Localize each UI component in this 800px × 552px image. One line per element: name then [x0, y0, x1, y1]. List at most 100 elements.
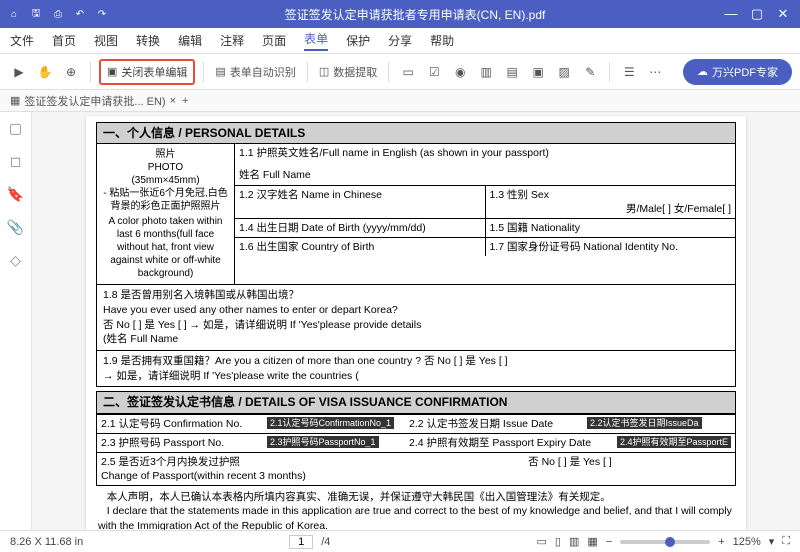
- image-field-icon[interactable]: ▨: [553, 60, 575, 84]
- expert-button[interactable]: ☁ 万兴PDF专家: [683, 59, 792, 85]
- zoom-thumb[interactable]: [665, 537, 675, 547]
- field-tag-2-3[interactable]: 2.3护照号码PassportNo_1: [267, 436, 379, 448]
- save-icon[interactable]: 🖫: [28, 6, 44, 22]
- left-sidebar: ▢ ◻ 🔖 📎 ◇: [0, 112, 32, 530]
- q-1-9: 1.9 是否拥有双重国籍？Are you a citizen of more t…: [96, 351, 736, 387]
- label-2-5b: Change of Passport(within recent 3 month…: [101, 469, 401, 483]
- radio-icon[interactable]: ◉: [449, 60, 471, 84]
- separator: [388, 62, 389, 82]
- attachment-icon[interactable]: 🔖: [7, 186, 24, 203]
- cell-1-4: 1.4 出生日期 Date of Birth (yyyy/mm/dd): [235, 219, 486, 237]
- statusbar: 8.26 X 11.68 in /4 ▭ ▯ ▥ ▦ − + 125% ▾ ⛶: [0, 530, 800, 552]
- minimize-icon[interactable]: —: [720, 6, 742, 22]
- menu-comment[interactable]: 注释: [220, 32, 244, 49]
- page-current-input[interactable]: [289, 535, 313, 549]
- pdf-page: 一、个人信息 / PERSONAL DETAILS 照片 PHOTO (35mm…: [86, 116, 746, 530]
- cell-2-5-opt: 否 No [ ] 是 Yes [ ]: [405, 453, 735, 485]
- menu-home[interactable]: 首页: [52, 32, 76, 49]
- menu-page[interactable]: 页面: [262, 32, 286, 49]
- print-icon[interactable]: ⎙: [50, 6, 66, 22]
- view-single-icon[interactable]: ▭: [536, 535, 546, 548]
- photo-title: 照片: [101, 148, 230, 161]
- redo-icon[interactable]: ↷: [94, 6, 110, 22]
- close-icon[interactable]: ✕: [772, 6, 794, 22]
- menu-edit[interactable]: 编辑: [178, 32, 202, 49]
- field-tag-2-4[interactable]: 2.4护照有效期至PassportE: [617, 436, 731, 448]
- checkbox-icon[interactable]: ☑: [423, 60, 445, 84]
- cell-2-2: 2.2 认定书签发日期 Issue Date: [405, 415, 585, 433]
- listbox-icon[interactable]: ▤: [501, 60, 523, 84]
- combobox-icon[interactable]: ▥: [475, 60, 497, 84]
- section-personal: 一、个人信息 / PERSONAL DETAILS: [96, 122, 736, 144]
- select-tool-icon[interactable]: ▶: [8, 60, 30, 84]
- window-title: 签证签发认定申请获批者专用申请表(CN, EN).pdf: [110, 6, 720, 23]
- cell-1-2: 1.2 汉字姓名 Name in Chinese: [235, 186, 486, 218]
- page-total: /4: [321, 536, 330, 548]
- cell-1-7: 1.7 国家身份证号码 National Identity No.: [486, 238, 736, 256]
- label-1-3: 1.3 性别 Sex: [490, 188, 732, 202]
- menu-form[interactable]: 表单: [304, 30, 328, 51]
- menu-help[interactable]: 帮助: [430, 32, 454, 49]
- menu-convert[interactable]: 转换: [136, 32, 160, 49]
- close-form-edit-button[interactable]: ▣ 关闭表单编辑: [99, 59, 195, 85]
- new-tab-icon[interactable]: +: [182, 95, 188, 107]
- cloud-icon: ☁: [697, 65, 708, 78]
- separator: [90, 62, 91, 82]
- section-visa: 二、签证签发认定书信息 / DETAILS OF VISA ISSUANCE C…: [96, 391, 736, 413]
- view-cover-icon[interactable]: ▦: [587, 535, 597, 548]
- cell-1-1: 1.1 护照英文姓名/Full name in English (as show…: [235, 144, 735, 184]
- photo-cn: - 粘贴一张近6个月免冠,白色背景的彩色正面护照照片: [101, 187, 230, 213]
- button-field-icon[interactable]: ▣: [527, 60, 549, 84]
- main-area: ▢ ◻ 🔖 📎 ◇ 一、个人信息 / PERSONAL DETAILS 照片 P…: [0, 112, 800, 530]
- menu-view[interactable]: 视图: [94, 32, 118, 49]
- q1-8-opt: 否 No [ ] 是 Yes [ ] → 如是，请详细说明 If 'Yes'pl…: [103, 318, 729, 333]
- separator: [609, 62, 610, 82]
- undo-icon[interactable]: ↶: [72, 6, 88, 22]
- expert-label: 万兴PDF专家: [712, 64, 778, 80]
- cell-2-5: 2.5 是否近3个月内换发过护照 Change of Passport(with…: [97, 453, 405, 485]
- view-facing-icon[interactable]: ▥: [569, 535, 579, 548]
- menu-share[interactable]: 分享: [388, 32, 412, 49]
- zoom-in-icon[interactable]: +: [718, 536, 724, 548]
- tab-close-icon[interactable]: ×: [170, 95, 176, 107]
- titlebar: ⌂ 🖫 ⎙ ↶ ↷ 签证签发认定申请获批者专用申请表(CN, EN).pdf —…: [0, 0, 800, 28]
- layers-icon[interactable]: 📎: [7, 219, 24, 236]
- menu-file[interactable]: 文件: [10, 32, 34, 49]
- menu-protect[interactable]: 保护: [346, 32, 370, 49]
- page-canvas[interactable]: 一、个人信息 / PERSONAL DETAILS 照片 PHOTO (35mm…: [32, 112, 800, 530]
- signature-field-icon[interactable]: ✎: [579, 60, 601, 84]
- window-controls: — ▢ ✕: [720, 6, 794, 22]
- zoom-tool-icon[interactable]: ⊕: [60, 60, 82, 84]
- menubar: 文件 首页 视图 转换 编辑 注释 页面 表单 保护 分享 帮助: [0, 28, 800, 54]
- home-icon[interactable]: ⌂: [6, 6, 22, 22]
- q-1-8: 1.8 是否曾用别名入境韩国或从韩国出境？ Have you ever used…: [96, 285, 736, 351]
- thumbnail-icon[interactable]: ▢: [9, 120, 22, 137]
- page-dimensions: 8.26 X 11.68 in: [10, 536, 83, 548]
- document-tab[interactable]: ▦ 签证签发认定申请获批... EN) ×: [10, 93, 176, 109]
- separator: [203, 62, 204, 82]
- zoom-dropdown-icon[interactable]: ▾: [769, 535, 775, 548]
- comment-panel-icon[interactable]: ◇: [10, 252, 21, 269]
- zoom-out-icon[interactable]: −: [606, 536, 612, 548]
- view-continuous-icon[interactable]: ▯: [555, 535, 561, 548]
- photo-en2: A color photo taken within last 6 months…: [101, 215, 230, 280]
- maximize-icon[interactable]: ▢: [746, 6, 768, 22]
- textfield-icon[interactable]: ▭: [397, 60, 419, 84]
- more-icon[interactable]: ⋯: [644, 60, 666, 84]
- label-1-3b: 男/Male[ ] 女/Female[ ]: [490, 202, 732, 216]
- bookmark-icon[interactable]: ◻: [10, 153, 22, 170]
- fullscreen-icon[interactable]: ⛶: [782, 535, 790, 548]
- auto-recognize-button[interactable]: ▤表单自动识别: [212, 60, 298, 84]
- data-extract-icon: ◫: [319, 65, 329, 78]
- label-2-5: 2.5 是否近3个月内换发过护照: [101, 455, 401, 469]
- field-tag-2-2[interactable]: 2.2认定书签发日期IssueDa: [587, 417, 702, 429]
- hand-tool-icon[interactable]: ✋: [34, 60, 56, 84]
- zoom-slider[interactable]: [620, 540, 710, 544]
- data-extract-button[interactable]: ◫数据提取: [316, 60, 380, 84]
- cell-2-3: 2.3 护照号码 Passport No.: [97, 434, 265, 452]
- align-icon[interactable]: ☰: [618, 60, 640, 84]
- field-tag-2-1[interactable]: 2.1认定号码ConfirmationNo_1: [267, 417, 394, 429]
- q1-8-cn: 1.8 是否曾用别名入境韩国或从韩国出境？: [103, 288, 729, 303]
- auto-recognize-icon: ▤: [215, 65, 225, 78]
- zoom-value: 125%: [733, 536, 761, 548]
